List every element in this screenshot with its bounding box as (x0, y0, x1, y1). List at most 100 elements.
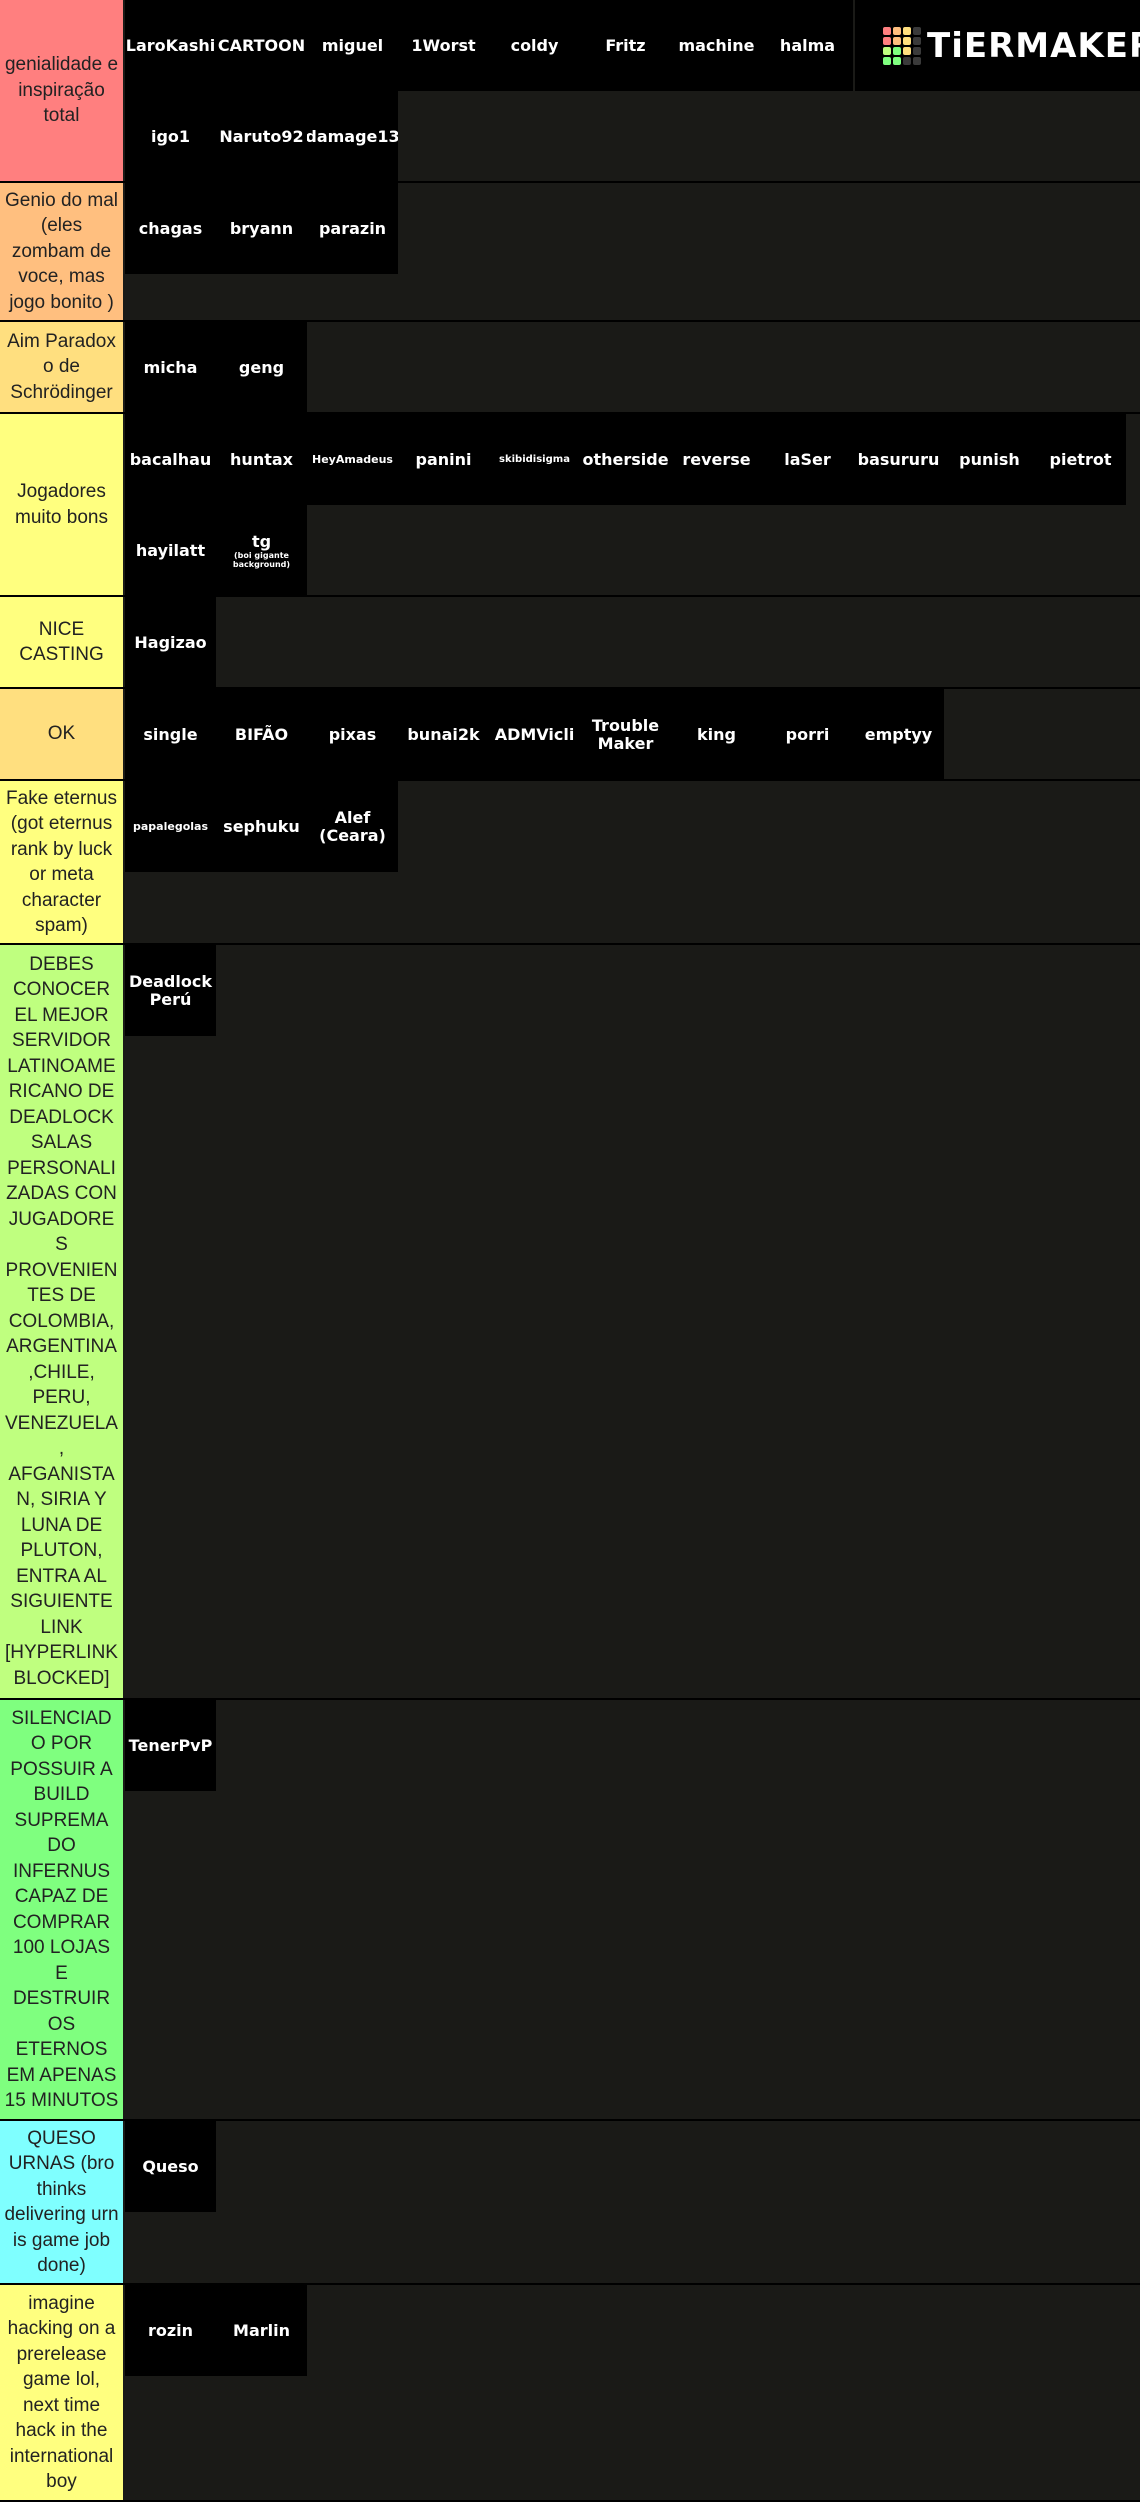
tier-label[interactable]: Fake eternus (got eternus rank by luck o… (0, 781, 123, 943)
tiermaker-logo[interactable]: TiERMAKER (855, 0, 1140, 91)
tier-item-label: 1Worst (411, 35, 476, 55)
tier-item[interactable]: ADMVicli (489, 689, 580, 780)
tier-item[interactable]: parazin (307, 183, 398, 274)
tier-row: NICE CASTING Hagizao (0, 597, 1140, 689)
tier-item[interactable]: bryann (216, 183, 307, 274)
tier-items-container[interactable]: chagas bryann parazin (125, 183, 1140, 320)
tier-item-label: chagas (138, 218, 203, 238)
tier-item[interactable]: Alef (Ceara) (307, 781, 398, 872)
tier-item[interactable]: coldy (489, 0, 580, 91)
tier-item[interactable]: panini (398, 414, 489, 505)
tier-items-container[interactable]: Queso (125, 2121, 1140, 2283)
tier-item[interactable]: igo1 (125, 91, 216, 182)
tier-item[interactable]: Naruto92 (216, 91, 307, 182)
tier-item[interactable]: rozin (125, 2285, 216, 2376)
tier-item[interactable]: halma (762, 0, 853, 91)
tier-item[interactable]: papalegolas (125, 781, 216, 872)
tier-item[interactable]: king (671, 689, 762, 780)
tier-item[interactable]: emptyy (853, 689, 944, 780)
logo-grid-square (893, 46, 901, 55)
tier-label[interactable]: Aim Paradox o de Schrödinger (0, 322, 123, 412)
tier-item[interactable]: otherside (580, 414, 671, 505)
tier-label[interactable]: imagine hacking on a prerelease game lol… (0, 2285, 123, 2500)
tier-label[interactable]: DEBES CONOCER EL MEJOR SERVIDOR LATINOAM… (0, 945, 123, 1698)
tier-item-label: Fritz (605, 35, 646, 55)
tier-label[interactable]: SILENCIADO POR POSSUIR A BUILD SUPREMA D… (0, 1700, 123, 2119)
tier-item[interactable]: miguel (307, 0, 398, 91)
tier-label[interactable]: Genio do mal (eles zombam de voce, mas j… (0, 183, 123, 320)
tier-item[interactable]: BIFÃO (216, 689, 307, 780)
tier-items-container[interactable]: Deadlock Perú (125, 945, 1140, 1698)
tier-item-label: emptyy (864, 724, 933, 744)
tier-items-container[interactable]: rozin Marlin (125, 2285, 1140, 2500)
tier-item[interactable]: chagas (125, 183, 216, 274)
tier-items-container[interactable]: Hagizao (125, 597, 1140, 688)
tier-item[interactable]: 1Worst (398, 0, 489, 91)
tier-item-label: otherside (582, 449, 669, 469)
tier-item[interactable]: basururu (853, 414, 944, 505)
tier-item[interactable]: damage13 (307, 91, 398, 182)
tier-item-label: huntax (230, 449, 293, 469)
tier-item[interactable]: Fritz (580, 0, 671, 91)
tier-items-container[interactable]: single BIFÃO pixas bunai2k ADMVicli Trouble M… (125, 689, 1140, 780)
tier-item[interactable]: reverse (671, 414, 762, 505)
tier-item-label: damage13 (307, 126, 398, 146)
tier-item[interactable]: skibidisigma (489, 414, 580, 505)
tier-item-label: micha (143, 357, 198, 377)
tier-item[interactable]: Hagizao (125, 597, 216, 688)
tier-item[interactable]: HeyAmadeus (307, 414, 398, 505)
tier-item-label: Queso (142, 2156, 199, 2176)
logo-grid-square (913, 56, 921, 65)
tier-item-label: Hagizao (134, 632, 207, 652)
logo-grid-square (893, 36, 901, 45)
tier-items-container[interactable]: micha geng (125, 322, 1140, 413)
tier-label[interactable]: NICE CASTING (0, 597, 123, 687)
logo-grid-square (883, 26, 891, 35)
tier-item[interactable]: bacalhau (125, 414, 216, 505)
tier-item[interactable]: Marlin (216, 2285, 307, 2376)
logo-grid-square (913, 26, 921, 35)
tier-label[interactable]: OK (0, 689, 123, 779)
tier-item[interactable]: pietrot (1035, 414, 1126, 505)
tier-item-label: tg (251, 531, 272, 551)
tier-item[interactable]: sephuku (216, 781, 307, 872)
tier-item-label: parazin (318, 218, 387, 238)
tier-item[interactable]: laSer (762, 414, 853, 505)
tier-row: OK single BIFÃO pixas bunai2k ADMVicli Trouble… (0, 689, 1140, 781)
tier-item-label: punish (959, 449, 1020, 469)
tier-item[interactable]: tg (boi gigante background) (216, 505, 307, 596)
tier-item-label: single (143, 724, 198, 744)
tier-item-label: machine (678, 35, 755, 55)
tier-label[interactable]: QUESO URNAS (bro thinks delivering urn i… (0, 2121, 123, 2283)
tier-item[interactable]: LaroKashi (125, 0, 216, 91)
tier-item-label: basururu (857, 449, 940, 469)
tier-item[interactable]: porri (762, 689, 853, 780)
tier-item[interactable]: single (125, 689, 216, 780)
tier-label[interactable]: Jogadores muito bons (0, 414, 123, 595)
tier-item-label: king (697, 724, 736, 744)
tier-item[interactable]: CARTOON (216, 0, 307, 91)
tier-item-label: geng (238, 357, 285, 377)
tier-items-container[interactable]: bacalhau huntax HeyAmadeus panini skibidisig… (125, 414, 1140, 596)
tier-item-label: miguel (321, 35, 384, 55)
tier-items-container[interactable]: TenerPvP (125, 1700, 1140, 2119)
tier-item[interactable]: geng (216, 322, 307, 413)
tier-item[interactable]: pixas (307, 689, 398, 780)
tier-items-container[interactable]: papalegolas sephuku Alef (Ceara) (125, 781, 1140, 943)
tier-item[interactable]: huntax (216, 414, 307, 505)
tier-item[interactable]: punish (944, 414, 1035, 505)
tier-label[interactable]: genialidade e inspiração total (0, 0, 123, 181)
tier-item-label: Naruto92 (219, 126, 304, 146)
tier-item[interactable]: bunai2k (398, 689, 489, 780)
logo-grid-square (903, 56, 911, 65)
tier-item[interactable]: machine (671, 0, 762, 91)
tier-item[interactable]: hayilatt (125, 505, 216, 596)
tier-item[interactable]: Trouble Maker (580, 689, 671, 780)
tier-item[interactable]: micha (125, 322, 216, 413)
logo-grid-square (883, 46, 891, 55)
tier-item[interactable]: Deadlock Perú (125, 945, 216, 1036)
tier-row: Fake eternus (got eternus rank by luck o… (0, 781, 1140, 945)
tier-row: SILENCIADO POR POSSUIR A BUILD SUPREMA D… (0, 1700, 1140, 2121)
tier-item[interactable]: TenerPvP (125, 1700, 216, 1791)
tier-item[interactable]: Queso (125, 2121, 216, 2212)
